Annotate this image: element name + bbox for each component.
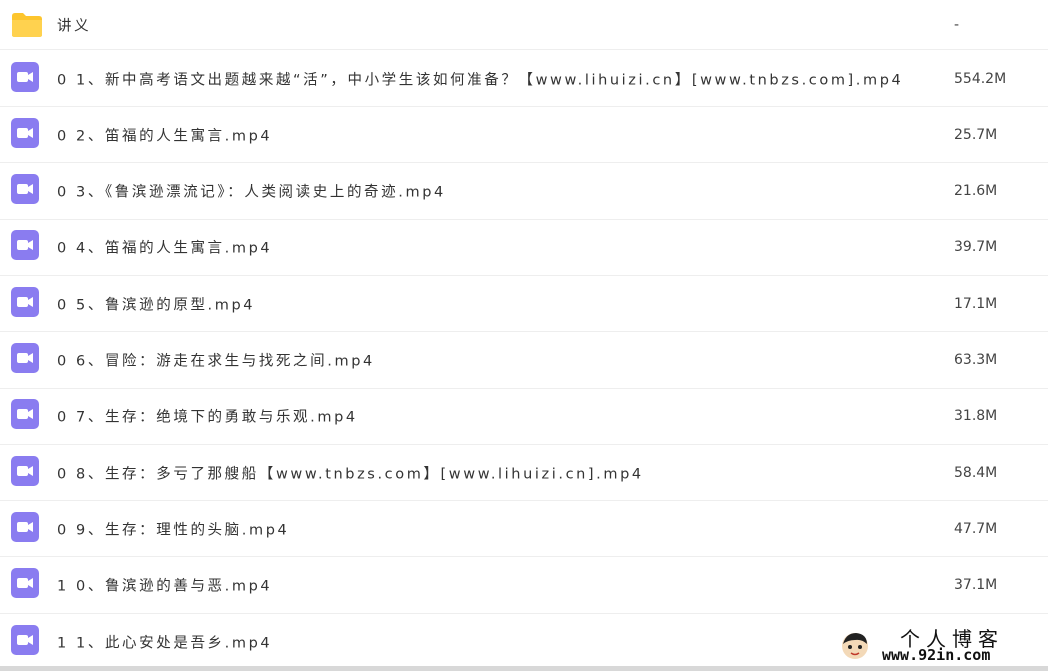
- video-file-icon: [11, 230, 39, 264]
- file-size: 47.7M: [954, 520, 998, 537]
- video-file-icon: [11, 286, 39, 321]
- folder-name: 讲义: [57, 18, 92, 34]
- list-item-video-file[interactable]: 0 5、鲁滨逊的原型.mp4 17.1M: [0, 276, 1048, 333]
- video-file-icon: [11, 511, 39, 546]
- file-name: 0 1、新中高考语文出题越来越“活”，中小学生该如何准备？【www.lihuiz…: [57, 72, 904, 88]
- list-item-video-file[interactable]: 1 0、鲁滨逊的善与恶.mp4 37.1M: [0, 558, 1048, 614]
- list-item-folder[interactable]: 讲义 -: [0, 0, 1048, 50]
- file-size: 39.7M: [954, 239, 998, 256]
- file-size: 17.1M: [954, 295, 998, 312]
- file-name: 0 8、生存：多亏了那艘船【www.tnbzs.com】[www.lihuizi…: [57, 466, 644, 483]
- file-size: 37.1M: [954, 577, 998, 594]
- avatar: [842, 633, 868, 659]
- video-file-icon: [11, 61, 39, 96]
- list-item-video-file[interactable]: 0 4、笛福的人生寓言.mp4 39.7M: [0, 220, 1048, 276]
- video-file-icon: [11, 174, 39, 208]
- file-name: 0 5、鲁滨逊的原型.mp4: [57, 297, 256, 314]
- list-item-video-file[interactable]: 0 7、生存：绝境下的勇敢与乐观.mp4 31.8M: [0, 389, 1048, 445]
- list-item-video-file[interactable]: 0 2、笛福的人生寓言.mp4 25.7M: [0, 107, 1048, 164]
- folder-icon: [11, 12, 43, 38]
- video-file-icon: [11, 568, 39, 602]
- file-size: 21.6M: [954, 183, 998, 200]
- file-name: 0 9、生存：理性的头脑.mp4: [57, 522, 290, 539]
- file-size: 63.3M: [954, 352, 998, 368]
- folder-size: -: [954, 16, 960, 33]
- video-file-icon: [11, 399, 39, 433]
- file-name: 0 2、笛福的人生寓言.mp4: [57, 128, 273, 145]
- file-name: 0 3、《鲁滨逊漂流记》：人类阅读史上的奇迹.mp4: [57, 184, 446, 201]
- video-file-icon: [11, 117, 39, 152]
- video-file-icon: [11, 455, 39, 490]
- file-name: 1 0、鲁滨逊的善与恶.mp4: [57, 578, 273, 595]
- blog-watermark: 个人博客 www.92in.com: [840, 625, 1036, 665]
- list-item-video-file[interactable]: 0 8、生存：多亏了那艘船【www.tnbzs.com】[www.lihuizi…: [0, 445, 1048, 502]
- file-size: 25.7M: [954, 126, 998, 143]
- file-name: 0 4、笛福的人生寓言.mp4: [57, 240, 273, 257]
- video-file-icon: [11, 624, 39, 659]
- file-name: 1 1、此心安处是吾乡.mp4: [57, 635, 273, 651]
- list-item-video-file[interactable]: 0 1、新中高考语文出题越来越“活”，中小学生该如何准备？【www.lihuiz…: [0, 51, 1048, 107]
- file-size: 554.2M: [954, 70, 1007, 87]
- file-size: 58.4M: [954, 464, 998, 481]
- video-file-icon: [11, 343, 39, 377]
- watermark-url: www.92in.com: [882, 646, 991, 664]
- file-size: 31.8M: [954, 408, 998, 425]
- file-name: 0 7、生存：绝境下的勇敢与乐观.mp4: [57, 409, 358, 426]
- list-item-video-file[interactable]: 0 3、《鲁滨逊漂流记》：人类阅读史上的奇迹.mp4 21.6M: [0, 164, 1048, 220]
- file-name: 0 6、冒险：游走在求生与找死之间.mp4: [57, 353, 375, 370]
- bottom-scrollbar-track: [0, 666, 1048, 671]
- list-item-video-file[interactable]: 0 6、冒险：游走在求生与找死之间.mp4 63.3M: [0, 333, 1048, 389]
- list-item-video-file[interactable]: 0 9、生存：理性的头脑.mp4 47.7M: [0, 501, 1048, 558]
